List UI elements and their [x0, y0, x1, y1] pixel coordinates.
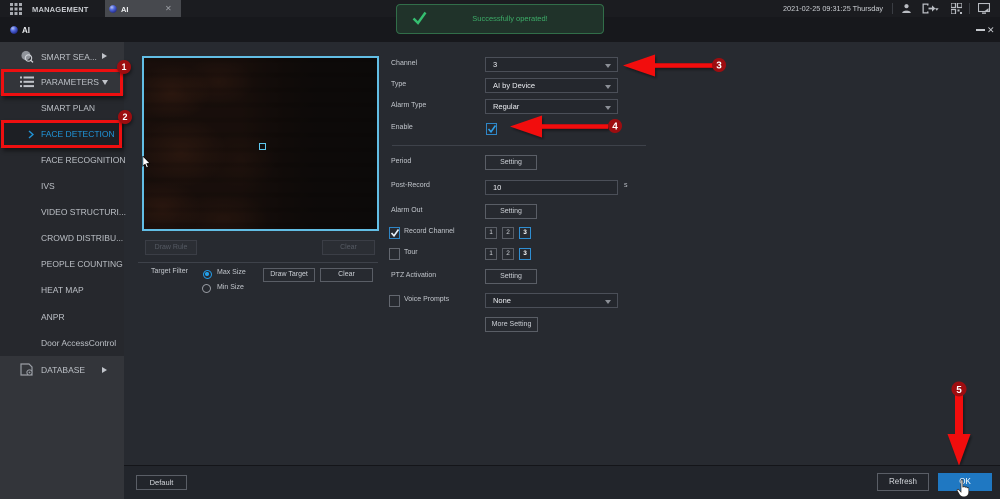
- svg-text:5: 5: [956, 385, 962, 396]
- svg-text:3: 3: [716, 61, 722, 72]
- svg-text:4: 4: [612, 122, 618, 133]
